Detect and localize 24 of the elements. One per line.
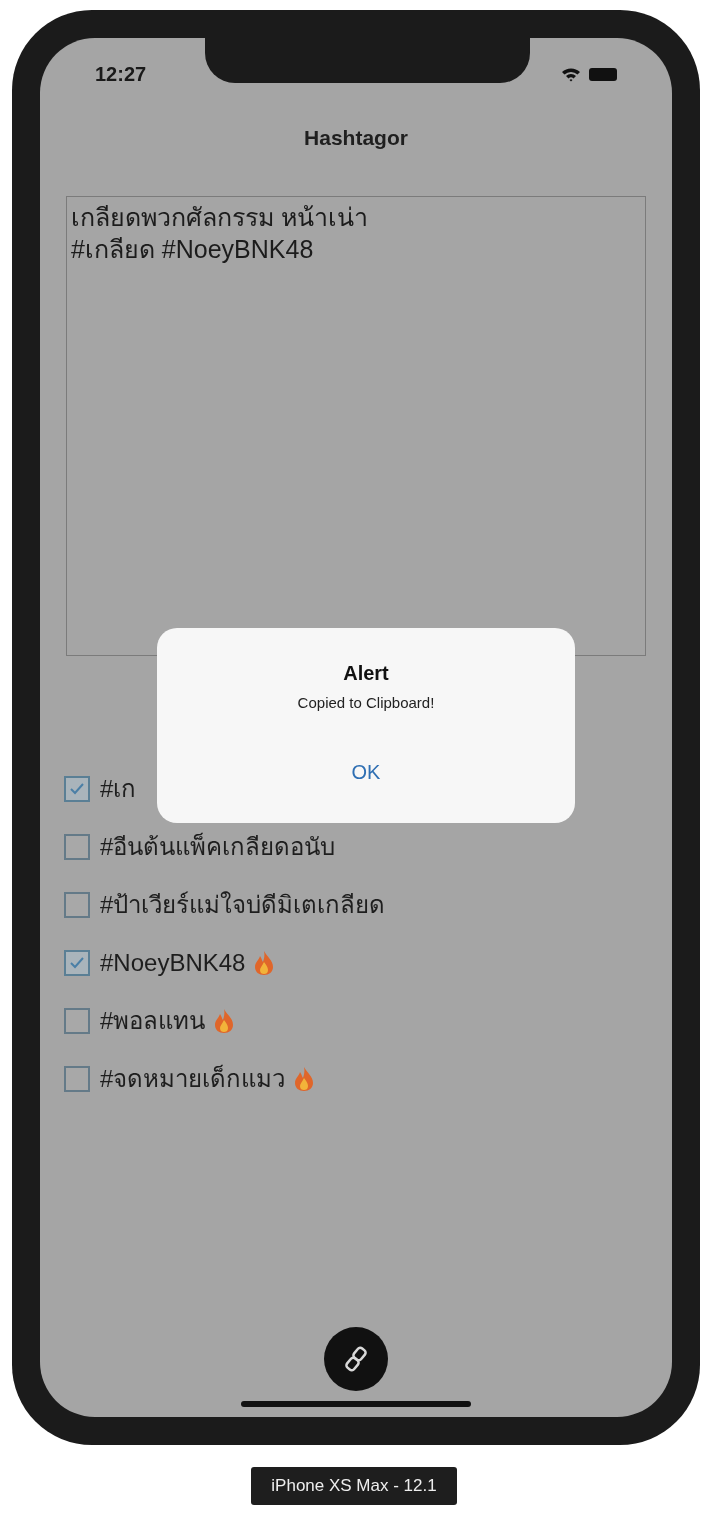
checkbox[interactable] <box>64 776 90 802</box>
checkbox[interactable] <box>64 1008 90 1034</box>
checkbox[interactable] <box>64 892 90 918</box>
hashtag-label: #พอลแทน <box>100 1007 206 1035</box>
text-area[interactable]: เกลียดพวกศัลกรรม หน้าเน่า #เกลียด #NoeyBNK48 <box>66 196 646 656</box>
alert-title: Alert <box>343 661 389 686</box>
battery-icon <box>589 67 617 81</box>
hashtag-label: #NoeyBNK48 <box>100 949 246 977</box>
ok-button[interactable]: OK <box>327 752 405 791</box>
hashtag-label: #จดหมายเด็กแมว <box>100 1065 286 1093</box>
check-icon <box>69 956 85 970</box>
alert-message: Copied to Clipboard! <box>297 693 435 713</box>
nav-title: Hashtagor <box>304 125 408 152</box>
check-icon <box>69 782 85 796</box>
device-label: iPhone XS Max - 12.1 <box>251 1467 457 1505</box>
link-icon <box>342 1345 370 1373</box>
checkbox[interactable] <box>64 1066 90 1092</box>
hashtag-label: #อีนต้นแพ็คเกลียดอนับ <box>100 833 336 861</box>
hashtag-label: #เก <box>100 775 137 803</box>
hashtag-label: #ป้าเวียร์แม่ใจบ่ดีมิเตเกลียด <box>100 891 386 919</box>
checkbox[interactable] <box>64 834 90 860</box>
checkbox[interactable] <box>64 950 90 976</box>
wifi-icon <box>561 66 581 82</box>
status-time: 12:27 <box>95 62 147 87</box>
